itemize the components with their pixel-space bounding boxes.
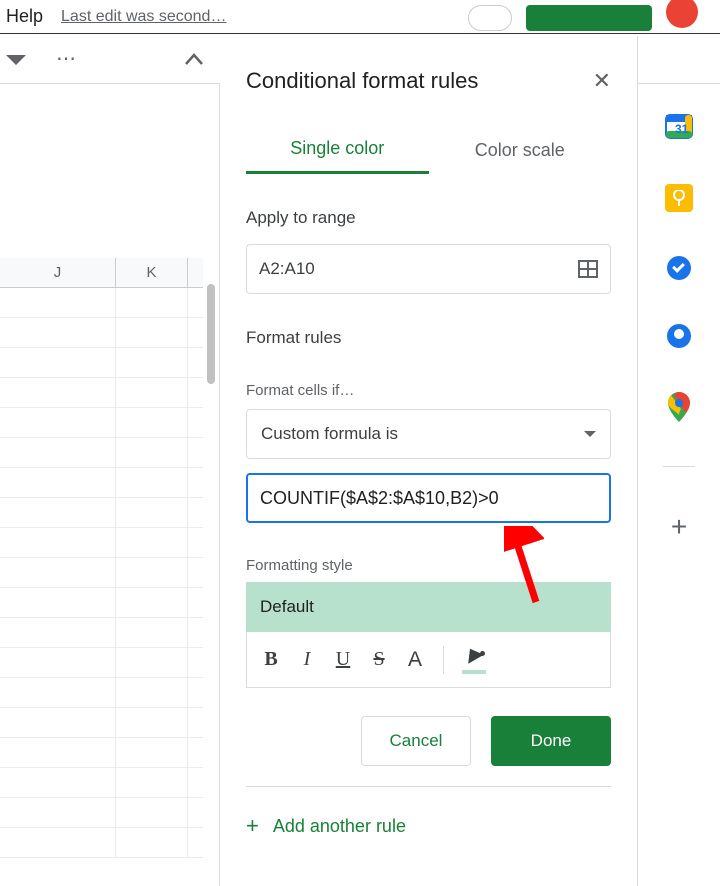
italic-button[interactable]: I — [297, 648, 317, 671]
add-another-rule-label: Add another rule — [273, 816, 406, 837]
table-row — [0, 588, 203, 618]
close-icon[interactable]: ✕ — [593, 68, 611, 94]
share-button[interactable] — [526, 5, 652, 31]
rail-divider — [663, 466, 695, 467]
table-row — [0, 678, 203, 708]
chevron-up-icon[interactable] — [184, 52, 204, 66]
table-row — [0, 498, 203, 528]
panel-title: Conditional format rules — [246, 68, 478, 94]
table-row — [0, 828, 203, 858]
text-color-button[interactable]: A — [405, 648, 425, 672]
dropdown-icon[interactable] — [6, 52, 26, 66]
contacts-icon[interactable] — [667, 324, 691, 348]
calendar-icon[interactable]: 31 — [665, 112, 693, 140]
apply-range-value: A2:A10 — [259, 259, 315, 279]
apply-range-label: Apply to range — [246, 208, 611, 228]
table-row — [0, 468, 203, 498]
range-picker-icon[interactable] — [578, 260, 598, 278]
underline-button[interactable]: U — [333, 648, 353, 671]
table-row — [0, 288, 203, 318]
toolbar-pill[interactable] — [468, 5, 512, 31]
keep-icon[interactable] — [665, 184, 693, 212]
tasks-icon[interactable] — [667, 256, 691, 280]
condition-select[interactable]: Custom formula is — [246, 409, 611, 459]
table-row — [0, 618, 203, 648]
panel-divider — [246, 786, 611, 787]
table-row — [0, 708, 203, 738]
toolbar-divider — [443, 646, 444, 674]
column-header-j[interactable]: J — [0, 258, 116, 287]
table-row — [0, 738, 203, 768]
table-row — [0, 318, 203, 348]
style-preview: Default — [246, 582, 611, 632]
format-cells-if-label: Format cells if… — [246, 382, 611, 399]
side-rail: 31 + — [638, 84, 720, 886]
cancel-button[interactable]: Cancel — [361, 716, 471, 766]
user-avatar[interactable] — [666, 0, 698, 28]
scrollbar[interactable] — [207, 284, 215, 384]
done-button[interactable]: Done — [491, 716, 611, 766]
table-row — [0, 558, 203, 588]
format-rules-label: Format rules — [246, 328, 611, 348]
formula-input[interactable] — [246, 473, 611, 523]
column-header-k[interactable]: K — [116, 258, 188, 287]
condition-value: Custom formula is — [261, 424, 398, 444]
menu-help[interactable]: Help — [6, 6, 43, 27]
table-row — [0, 648, 203, 678]
table-row — [0, 378, 203, 408]
tab-single-color[interactable]: Single color — [246, 126, 429, 174]
apply-range-input[interactable]: A2:A10 — [246, 244, 611, 294]
table-row — [0, 768, 203, 798]
chevron-down-icon — [584, 431, 596, 437]
spreadsheet-grid[interactable]: J K — [0, 84, 220, 886]
table-row — [0, 408, 203, 438]
bold-button[interactable]: B — [261, 648, 281, 671]
more-icon[interactable]: ⋯ — [56, 46, 78, 71]
fill-color-button[interactable] — [462, 648, 486, 672]
svg-text:31: 31 — [675, 122, 689, 136]
last-edit-link[interactable]: Last edit was second… — [61, 8, 226, 26]
add-addon-icon[interactable]: + — [671, 511, 687, 543]
table-row — [0, 528, 203, 558]
strikethrough-button[interactable]: S — [369, 648, 389, 671]
tab-color-scale[interactable]: Color scale — [429, 126, 612, 174]
add-another-rule[interactable]: + Add another rule — [246, 813, 611, 839]
conditional-format-panel: Conditional format rules ✕ Single color … — [220, 36, 638, 886]
maps-icon[interactable] — [668, 392, 690, 422]
plus-icon: + — [246, 813, 259, 839]
table-row — [0, 438, 203, 468]
formatting-style-label: Formatting style — [246, 557, 611, 574]
table-row — [0, 348, 203, 378]
table-row — [0, 798, 203, 828]
